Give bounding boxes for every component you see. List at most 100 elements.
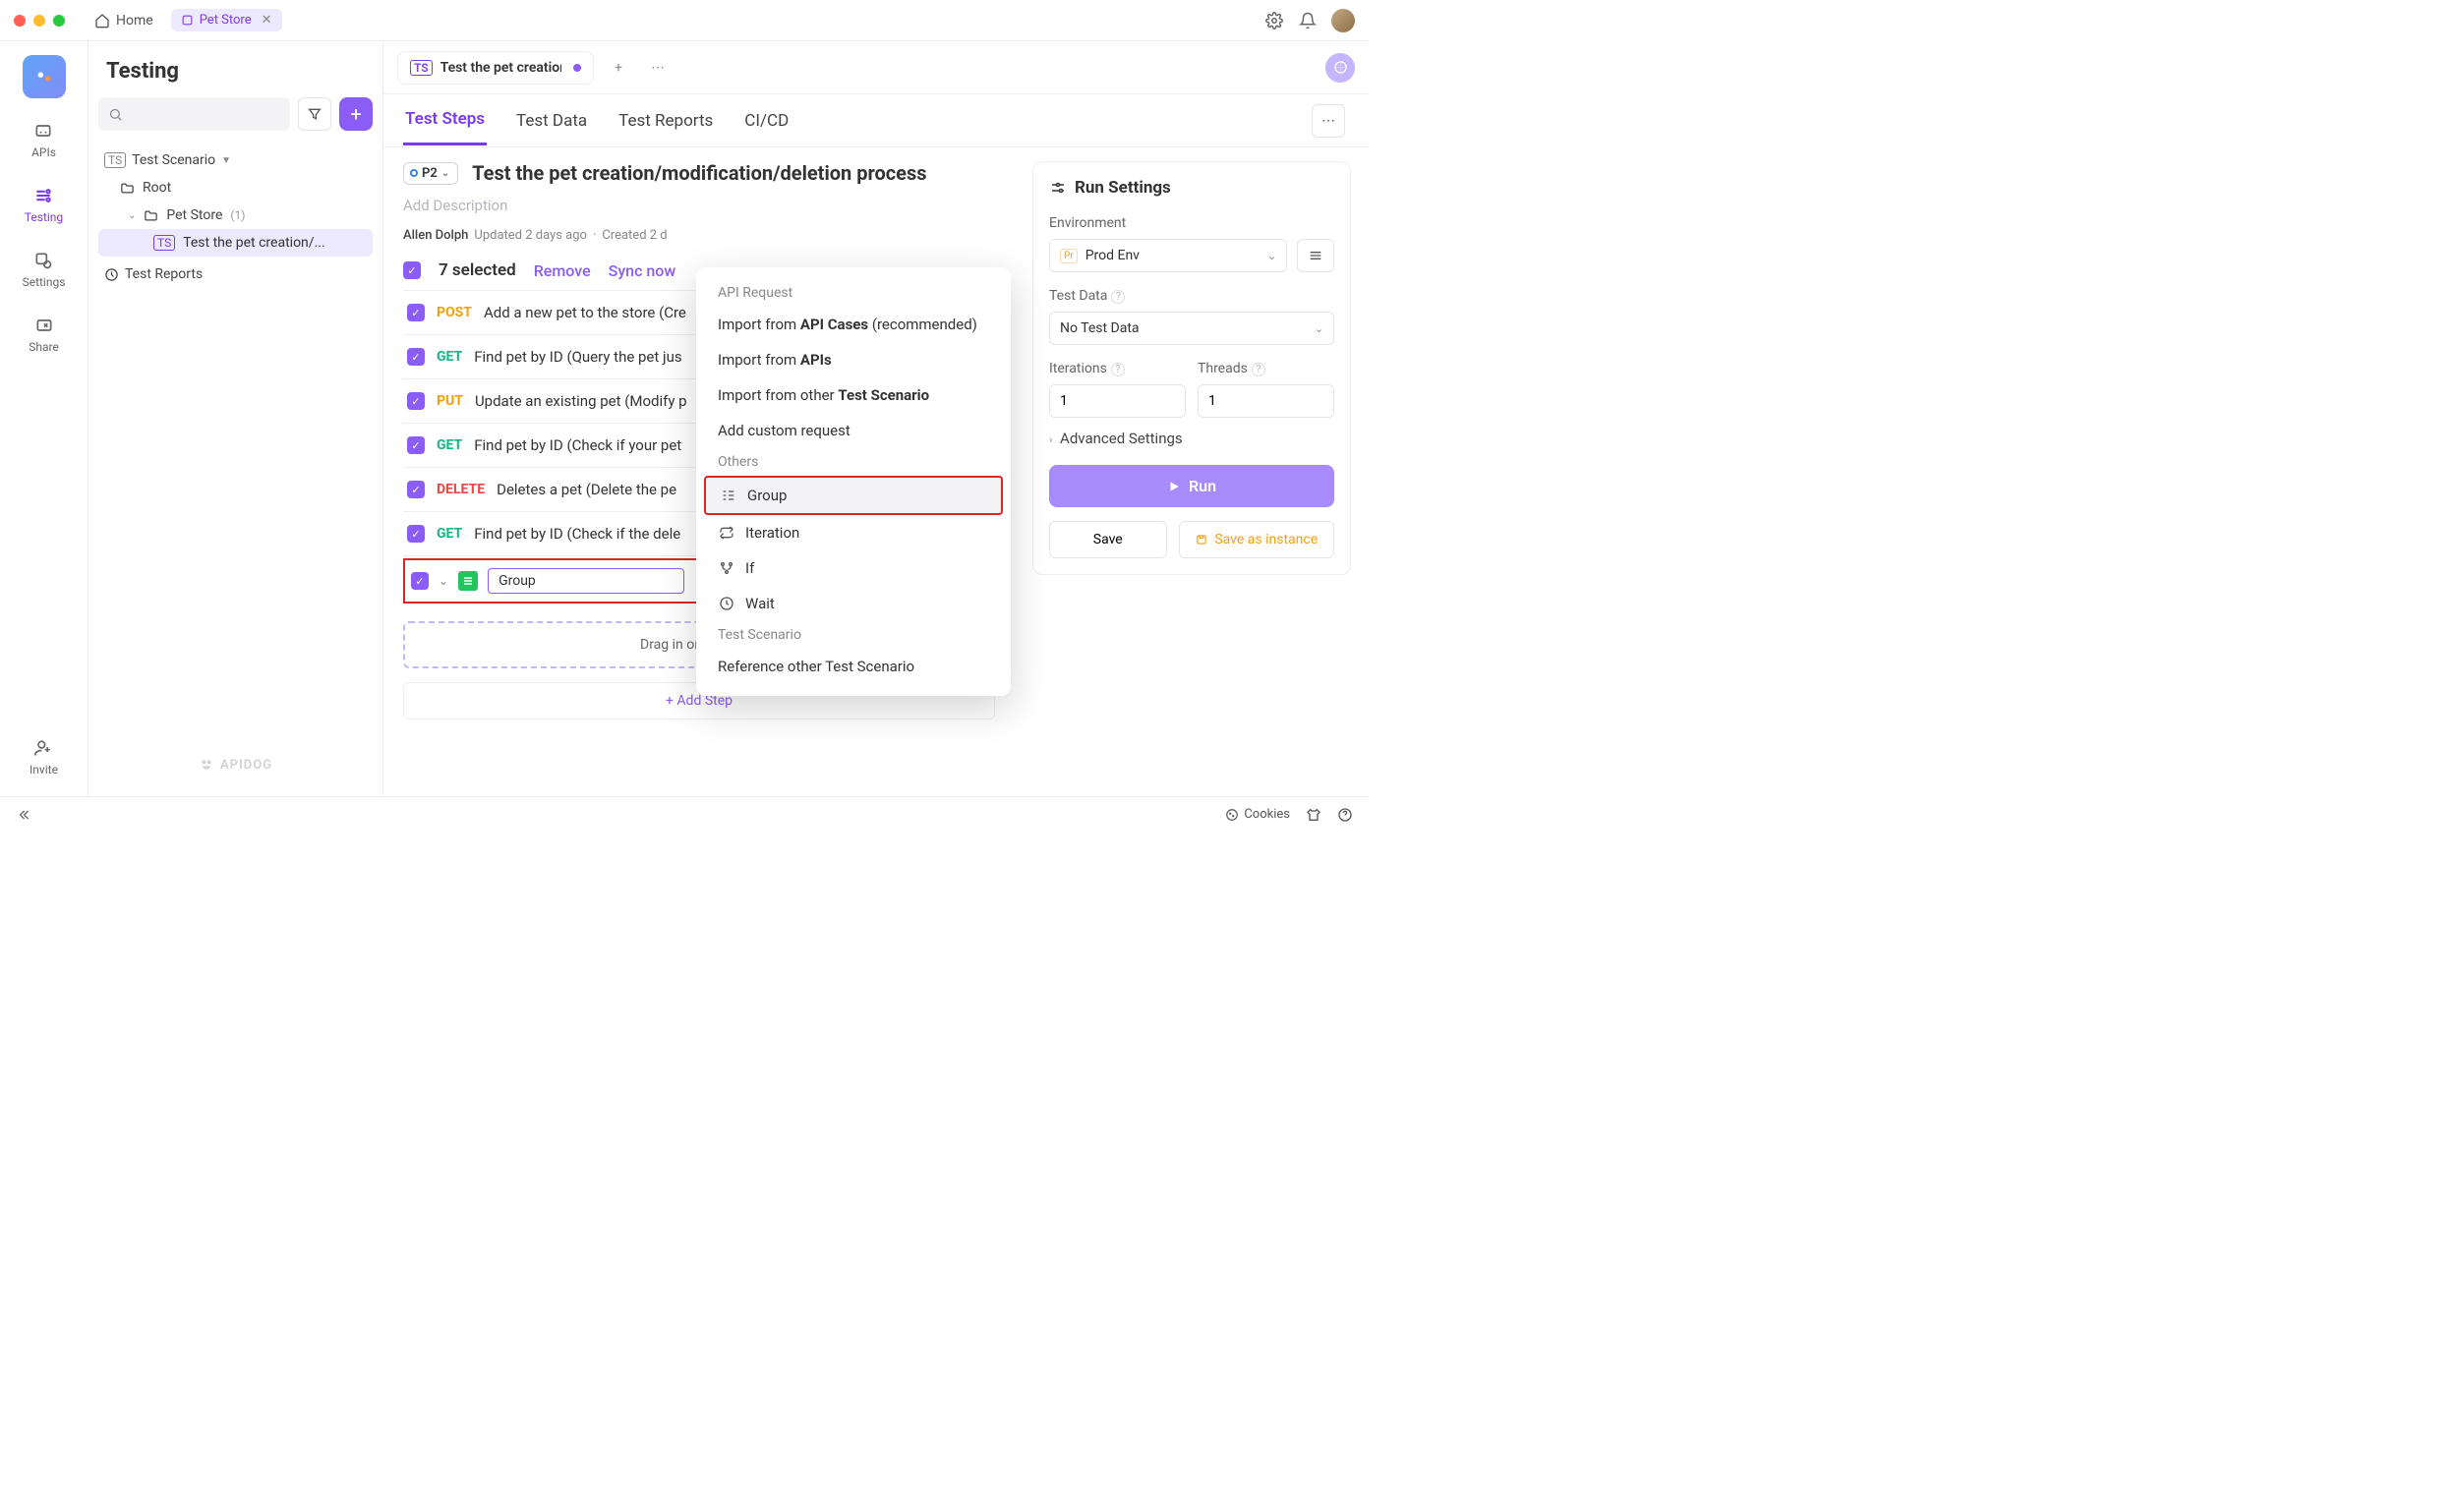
step-checkbox[interactable]: ✓ (407, 348, 425, 366)
home-button[interactable]: Home (85, 9, 163, 32)
new-tab-button[interactable]: + (604, 53, 633, 83)
tree-petstore-count: (1) (230, 208, 245, 222)
testdata-value: No Test Data (1060, 320, 1140, 336)
editor-tab[interactable]: TS Test the pet creation (397, 51, 594, 85)
created-text: Created 2 d (602, 228, 667, 243)
http-method: GET (437, 526, 462, 542)
step-checkbox[interactable]: ✓ (407, 481, 425, 498)
compass-button[interactable] (1325, 53, 1355, 83)
menu-import-api-cases[interactable]: Import from API Cases (recommended) (704, 307, 1003, 342)
rail-apis[interactable]: APIs (31, 116, 56, 163)
help-icon[interactable] (1337, 807, 1353, 823)
cookie-icon (1225, 808, 1239, 822)
close-tab-icon[interactable]: ✕ (262, 13, 272, 28)
menu-iteration[interactable]: Iteration (704, 515, 1003, 550)
filter-icon (307, 106, 323, 122)
list-icon (1308, 248, 1323, 263)
rail-testing[interactable]: Testing (25, 181, 63, 228)
save-button[interactable]: Save (1049, 521, 1167, 558)
tree-scenario-header[interactable]: TS Test Scenario ▼ (98, 146, 373, 174)
step-checkbox[interactable]: ✓ (407, 436, 425, 454)
menu-import-test-scenario[interactable]: Import from other Test Scenario (704, 377, 1003, 413)
env-select[interactable]: Pr Prod Env ⌄ (1049, 239, 1287, 272)
help-icon[interactable]: ? (1111, 363, 1125, 376)
tab-menu-button[interactable]: ⋯ (643, 53, 673, 83)
group-icon (720, 488, 737, 503)
step-checkbox[interactable]: ✓ (407, 304, 425, 321)
gear-icon[interactable] (1264, 11, 1284, 30)
chevron-down-icon[interactable]: ⌄ (439, 574, 448, 588)
menu-reference-scenario[interactable]: Reference other Test Scenario (704, 649, 1003, 684)
modified-indicator-icon (573, 64, 581, 72)
scenario-meta: Allen Dolph Updated 2 days ago · Created… (403, 228, 995, 243)
sidebar-title: Testing (98, 55, 373, 97)
threads-label: Threads? (1198, 361, 1334, 376)
http-method: DELETE (437, 482, 485, 497)
rail-settings[interactable]: Settings (23, 246, 66, 293)
save-icon (1195, 533, 1208, 547)
menu-group[interactable]: Group (704, 476, 1003, 515)
updated-text: Updated 2 days ago (474, 228, 587, 243)
help-icon[interactable]: ? (1252, 363, 1265, 376)
menu-header-test-scenario: Test Scenario (704, 621, 1003, 649)
author-name: Allen Dolph (403, 228, 468, 243)
cookies-button[interactable]: Cookies (1225, 807, 1290, 822)
collapse-sidebar-button[interactable] (16, 807, 31, 823)
group-icon (458, 571, 478, 591)
scenario-badge-icon: TS (104, 152, 126, 168)
menu-import-apis[interactable]: Import from APIs (704, 342, 1003, 377)
add-button[interactable]: + (339, 97, 373, 131)
avatar[interactable] (1331, 9, 1355, 32)
rail-share[interactable]: Share (29, 311, 59, 358)
iterations-input[interactable] (1049, 384, 1186, 418)
env-options-button[interactable] (1297, 239, 1334, 272)
maximize-window-icon[interactable] (53, 15, 65, 27)
menu-if[interactable]: If (704, 550, 1003, 586)
menu-custom-request[interactable]: Add custom request (704, 413, 1003, 448)
tab-test-steps[interactable]: Test Steps (403, 95, 487, 145)
filter-button[interactable] (298, 97, 331, 131)
remove-link[interactable]: Remove (534, 261, 591, 280)
priority-label: P2 (422, 166, 438, 181)
app-logo[interactable] (23, 55, 66, 98)
tree-petstore[interactable]: ⌄ Pet Store (1) (98, 201, 373, 229)
step-checkbox[interactable]: ✓ (411, 572, 429, 590)
threads-input[interactable] (1198, 384, 1334, 418)
menu-wait[interactable]: Wait (704, 586, 1003, 621)
window-controls[interactable] (14, 15, 65, 27)
description-placeholder[interactable]: Add Description (403, 197, 995, 214)
tree-reports[interactable]: Test Reports (98, 260, 373, 288)
project-tab-petstore[interactable]: Pet Store ✕ (171, 9, 282, 31)
shirt-icon[interactable] (1306, 807, 1321, 823)
tab-test-data[interactable]: Test Data (514, 97, 589, 144)
step-description: Find pet by ID (Check if the dele (474, 525, 680, 543)
scenario-title[interactable]: Test the pet creation/modification/delet… (472, 161, 926, 185)
sync-link[interactable]: Sync now (609, 261, 676, 280)
project-tab-label: Pet Store (200, 13, 252, 28)
close-window-icon[interactable] (14, 15, 26, 27)
priority-chip[interactable]: P2 ⌄ (403, 162, 458, 185)
tree-root[interactable]: Root (98, 174, 373, 201)
save-as-instance-button[interactable]: Save as instance (1179, 521, 1335, 558)
tab-cicd[interactable]: CI/CD (742, 97, 791, 144)
settings-icon (32, 250, 54, 271)
tree-reports-label: Test Reports (125, 266, 203, 282)
run-button[interactable]: Run (1049, 465, 1334, 507)
tree-scenario-item[interactable]: TS Test the pet creation/... (98, 229, 373, 257)
step-checkbox[interactable]: ✓ (407, 392, 425, 410)
bell-icon[interactable] (1298, 11, 1318, 30)
minimize-window-icon[interactable] (33, 15, 45, 27)
help-icon[interactable]: ? (1111, 290, 1125, 304)
iteration-icon (718, 525, 735, 541)
advanced-settings-toggle[interactable]: › Advanced Settings (1049, 430, 1334, 447)
tree-scenario-item-label: Test the pet creation/... (183, 235, 324, 251)
subnav-more-button[interactable]: ⋯ (1312, 104, 1345, 138)
testdata-select[interactable]: No Test Data ⌄ (1049, 312, 1334, 345)
step-checkbox[interactable]: ✓ (407, 525, 425, 543)
tab-test-reports[interactable]: Test Reports (616, 97, 715, 144)
sliders-icon (1049, 179, 1067, 197)
rail-invite[interactable]: Invite (29, 733, 58, 780)
select-all-checkbox[interactable]: ✓ (403, 261, 421, 279)
search-input[interactable] (98, 97, 290, 131)
group-name-input[interactable] (488, 568, 684, 594)
